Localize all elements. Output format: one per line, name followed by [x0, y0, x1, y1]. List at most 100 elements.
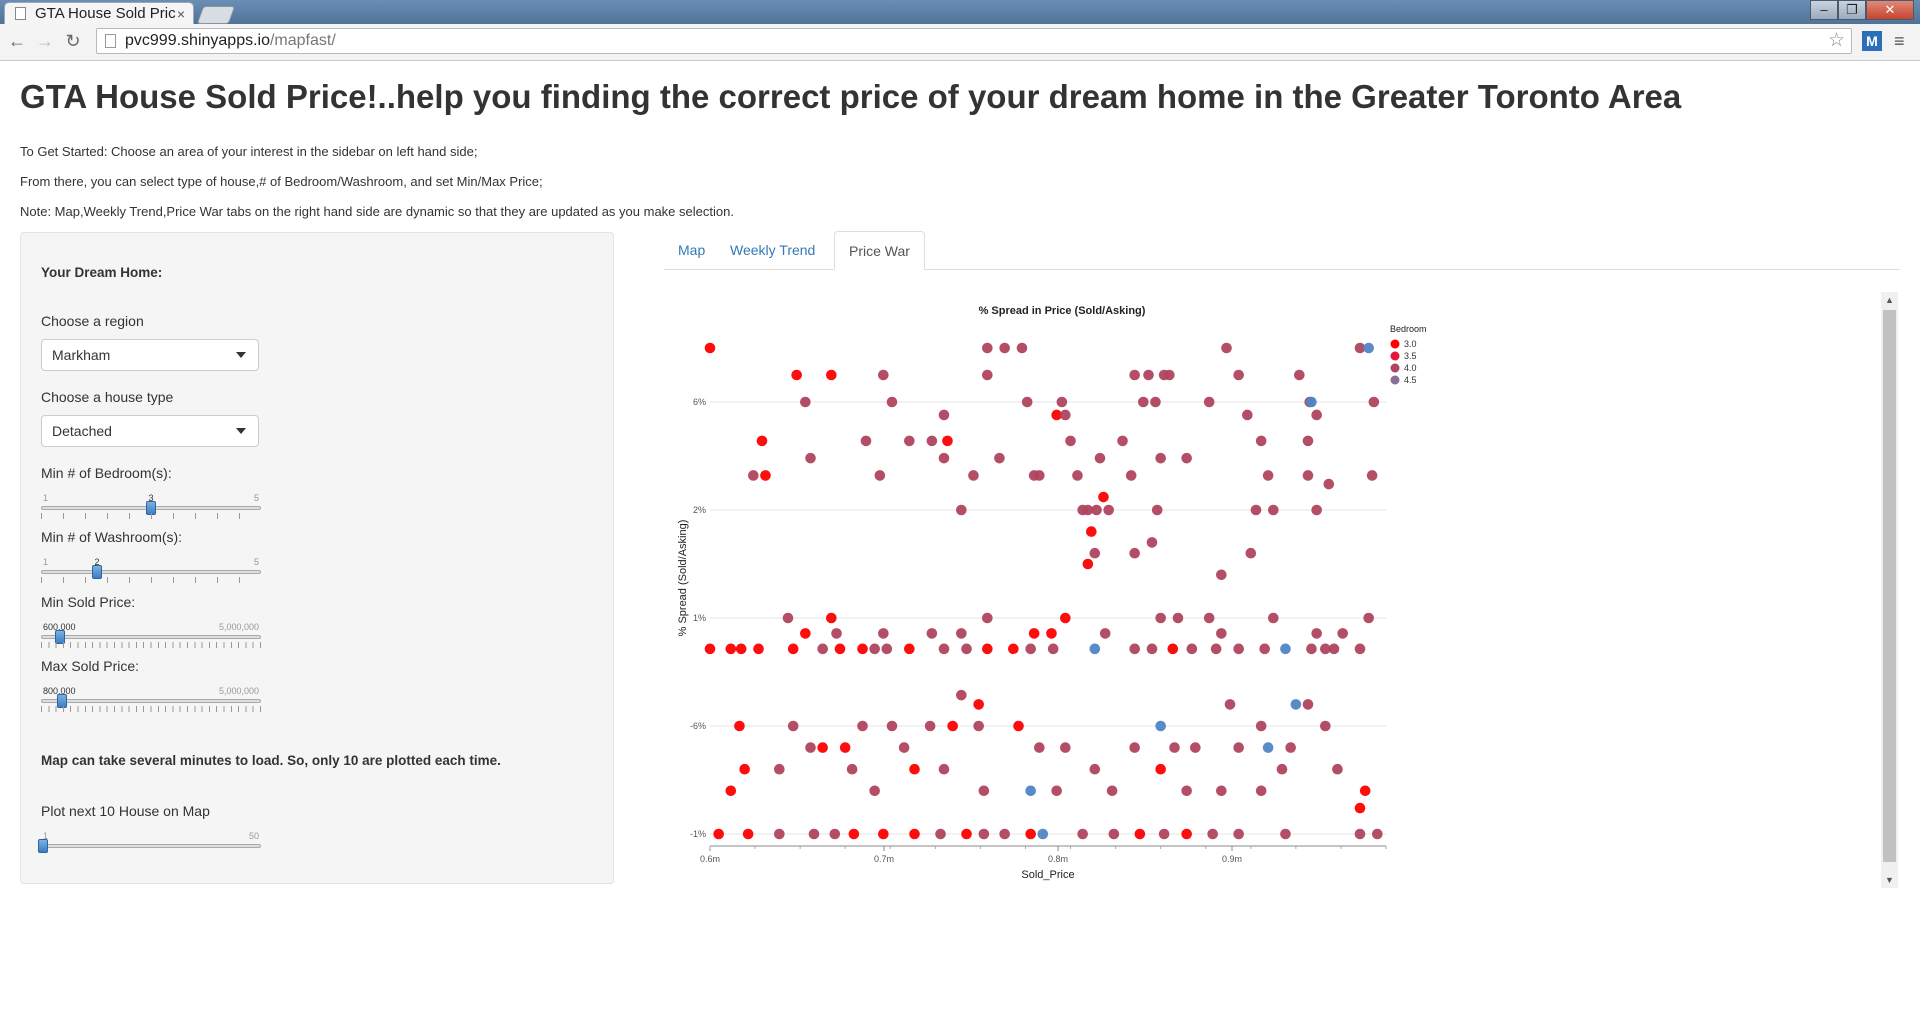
min-price-slider[interactable]: 5,000,000 600,000: [41, 622, 261, 658]
data-point: [973, 720, 984, 732]
y-tick-label: -6%: [690, 721, 706, 731]
data-point: [1172, 612, 1184, 624]
close-window-icon[interactable]: ✕: [1866, 0, 1914, 20]
slider-max: 5: [253, 557, 259, 567]
washroom-slider[interactable]: 1 5 2: [41, 557, 261, 593]
intro-line-3: Note: Map,Weekly Trend,Price War tabs on…: [20, 204, 734, 219]
browser-toolbar: ← → ↻ pvc999.shinyapps.io/mapfast/ ☆ M ≡: [0, 24, 1920, 61]
data-point: [1060, 612, 1071, 624]
data-point: [1255, 435, 1267, 447]
hamburger-menu-icon[interactable]: ≡: [1894, 31, 1905, 52]
data-point: [978, 828, 990, 840]
data-point: [1025, 828, 1036, 840]
region-select[interactable]: Markham: [41, 339, 259, 371]
scatter-plot: % Spread in Price (Sold/Asking) 6% 2% 1% -6%…: [677, 305, 1427, 881]
data-point: [1332, 763, 1343, 775]
x-tick-label: 0.6m: [700, 854, 720, 864]
legend-swatch: [1390, 339, 1400, 349]
close-tab-icon[interactable]: ×: [177, 3, 185, 24]
data-point: [1103, 504, 1114, 516]
scroll-thumb[interactable]: [1883, 310, 1896, 862]
data-point: [961, 643, 972, 655]
back-arrow-icon[interactable]: ←: [6, 30, 28, 52]
slider-track[interactable]: [41, 699, 261, 703]
chart-title: % Spread in Price (Sold/Asking): [979, 305, 1146, 317]
address-bar[interactable]: pvc999.shinyapps.io/mapfast/ ☆: [96, 28, 1852, 54]
data-point: [1285, 742, 1296, 753]
data-point: [1099, 628, 1111, 639]
tab-price-war[interactable]: Price War: [834, 231, 925, 270]
data-point: [1302, 470, 1314, 481]
maximize-icon[interactable]: ❐: [1838, 0, 1866, 20]
data-point: [1242, 409, 1253, 421]
url-text[interactable]: pvc999.shinyapps.io/mapfast/: [125, 32, 336, 50]
reload-icon[interactable]: ↻: [62, 30, 84, 52]
data-point: [1233, 643, 1244, 655]
data-point: [935, 828, 946, 840]
data-point: [1363, 342, 1374, 354]
data-point: [909, 828, 920, 840]
data-point: [1186, 643, 1198, 655]
data-point: [1262, 470, 1274, 481]
scroll-down-arrow-icon[interactable]: ▼: [1881, 872, 1898, 888]
legend-label: 4.0: [1404, 363, 1417, 373]
slider-handle[interactable]: [38, 839, 48, 853]
slider-track[interactable]: [41, 570, 261, 574]
data-point: [735, 643, 747, 655]
minimize-icon[interactable]: –: [1810, 0, 1838, 20]
house-type-select[interactable]: Detached: [41, 415, 259, 447]
data-point: [829, 828, 841, 840]
data-point: [904, 435, 915, 447]
bedroom-slider[interactable]: 1 5 3: [41, 493, 261, 529]
data-point: [1082, 558, 1094, 570]
chevron-down-icon: [236, 352, 246, 358]
data-point: [742, 828, 754, 840]
tabset: Map Weekly Trend Price War: [664, 231, 1900, 270]
data-point: [1354, 802, 1366, 814]
data-point: [1224, 699, 1236, 710]
forward-arrow-icon[interactable]: →: [34, 30, 56, 52]
tab-weekly-trend[interactable]: Weekly Trend: [716, 231, 829, 269]
slider-track[interactable]: [41, 635, 261, 639]
data-point: [791, 369, 802, 381]
data-point: [1216, 628, 1227, 639]
data-point: [1255, 720, 1267, 732]
data-point: [713, 828, 724, 840]
data-point: [1210, 643, 1222, 655]
data-point: [1323, 478, 1335, 490]
data-point: [1125, 470, 1137, 481]
data-point: [826, 369, 837, 381]
scroll-up-arrow-icon[interactable]: ▲: [1881, 292, 1898, 308]
data-point: [1328, 643, 1340, 655]
data-point: [1155, 763, 1166, 775]
data-point: [1233, 369, 1244, 381]
max-price-slider[interactable]: 5,000,000 800,000: [41, 686, 261, 722]
data-point: [1311, 409, 1322, 421]
data-point: [1250, 504, 1262, 516]
bookmark-star-icon[interactable]: ☆: [1828, 29, 1845, 52]
data-point: [1091, 504, 1102, 516]
data-point: [1354, 828, 1366, 840]
data-point: [1368, 396, 1380, 408]
legend-label: 3.0: [1404, 339, 1417, 349]
new-tab-button[interactable]: [196, 6, 236, 24]
data-point: [1008, 643, 1019, 655]
data-point: [956, 689, 967, 701]
data-point: [1259, 643, 1270, 655]
url-host: pvc999.shinyapps.io: [125, 32, 270, 49]
page-icon: [105, 34, 116, 48]
tab-map[interactable]: Map: [664, 231, 719, 269]
data-point: [869, 643, 880, 655]
browser-tab[interactable]: GTA House Sold Pric ×: [4, 2, 194, 24]
legend-swatch: [1390, 351, 1400, 361]
legend-label: 3.5: [1404, 351, 1417, 361]
slider-track[interactable]: [41, 844, 261, 848]
browser-tab-title: GTA House Sold Pric: [35, 5, 176, 22]
slider-max: 5,000,000: [218, 686, 259, 696]
plot-next-slider[interactable]: 1 50: [38, 831, 261, 867]
data-point: [878, 369, 889, 381]
map-load-note: Map can take several minutes to load. So…: [41, 753, 501, 768]
plot-next-label: Plot next 10 House on Map: [41, 803, 210, 819]
chart-scrollbar[interactable]: ▲ ▼: [1881, 292, 1898, 888]
extension-m-icon[interactable]: M: [1862, 31, 1882, 51]
